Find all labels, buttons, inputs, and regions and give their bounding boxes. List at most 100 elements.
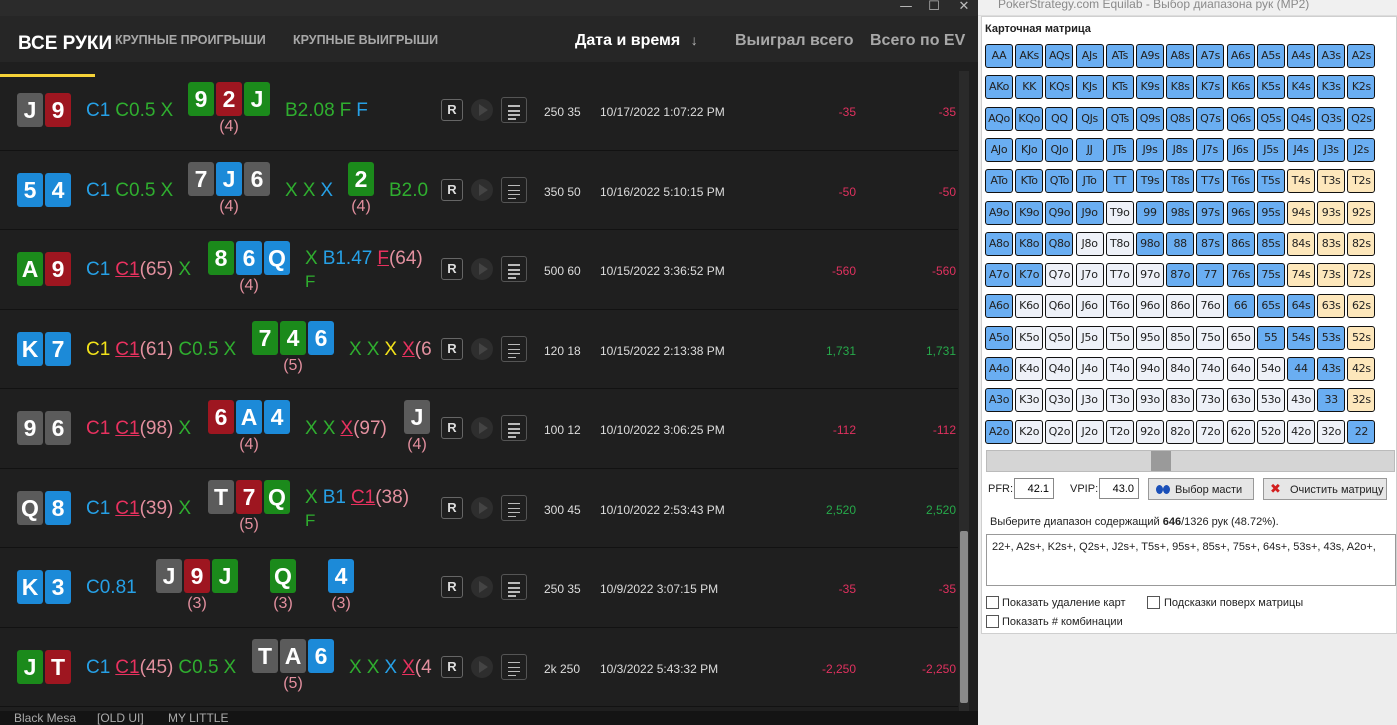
- matrix-cell-74o[interactable]: 74o: [1196, 357, 1225, 381]
- matrix-cell-AJs[interactable]: AJs: [1075, 44, 1104, 68]
- matrix-cell-T3s[interactable]: T3s: [1317, 169, 1346, 194]
- matrix-cell-A9o[interactable]: A9o: [985, 200, 1013, 225]
- matrix-cell-J4s[interactable]: J4s: [1287, 137, 1315, 162]
- matrix-cell-Q6o[interactable]: Q6o: [1045, 294, 1074, 319]
- matrix-cell-QQ[interactable]: QQ: [1045, 106, 1074, 131]
- matrix-cell-K8o[interactable]: K8o: [1015, 231, 1044, 256]
- matrix-cell-T2s[interactable]: T2s: [1347, 169, 1376, 194]
- matrix-cell-Q5o[interactable]: Q5o: [1045, 325, 1074, 350]
- matrix-hints-checkbox[interactable]: [1147, 596, 1160, 609]
- range-slider[interactable]: [986, 450, 1395, 472]
- matrix-cell-99[interactable]: 99: [1136, 200, 1164, 225]
- matrix-cell-T6s[interactable]: T6s: [1226, 169, 1255, 194]
- matrix-cell-T3o[interactable]: T3o: [1105, 388, 1134, 413]
- matrix-cell-A8s[interactable]: A8s: [1166, 44, 1195, 68]
- matrix-cell-J7s[interactable]: J7s: [1196, 137, 1225, 162]
- matrix-cell-87o[interactable]: 87o: [1166, 263, 1195, 288]
- show-combos-checkbox[interactable]: [986, 615, 999, 628]
- matrix-cell-A4s[interactable]: A4s: [1287, 44, 1315, 68]
- play-icon[interactable]: [471, 496, 493, 519]
- matrix-cell-ATo[interactable]: ATo: [985, 169, 1013, 194]
- matrix-cell-52s[interactable]: 52s: [1347, 325, 1376, 350]
- tab-all-hands[interactable]: ВСЕ РУКИ: [18, 33, 112, 55]
- matrix-cell-64s[interactable]: 64s: [1287, 294, 1315, 319]
- notes-icon[interactable]: [501, 415, 527, 441]
- matrix-cell-82s[interactable]: 82s: [1347, 231, 1376, 256]
- scrollbar-thumb[interactable]: [960, 531, 968, 703]
- matrix-cell-94s[interactable]: 94s: [1287, 200, 1315, 225]
- matrix-cell-74s[interactable]: 74s: [1287, 263, 1315, 288]
- matrix-cell-42s[interactable]: 42s: [1347, 357, 1376, 381]
- matrix-cell-AA[interactable]: AA: [985, 44, 1013, 68]
- matrix-cell-Q7s[interactable]: Q7s: [1196, 106, 1225, 131]
- matrix-cell-32s[interactable]: 32s: [1347, 388, 1376, 413]
- replay-button[interactable]: R: [441, 496, 463, 519]
- matrix-cell-92s[interactable]: 92s: [1347, 200, 1376, 225]
- matrix-cell-A5o[interactable]: A5o: [985, 325, 1013, 350]
- matrix-cell-A3s[interactable]: A3s: [1317, 44, 1346, 68]
- notes-icon[interactable]: [501, 97, 527, 123]
- matrix-cell-Q6s[interactable]: Q6s: [1226, 106, 1255, 131]
- matrix-cell-Q4o[interactable]: Q4o: [1045, 357, 1074, 381]
- matrix-cell-KJo[interactable]: KJo: [1015, 137, 1044, 162]
- hand-row[interactable]: 5 4 C1 C0.5 X 7 J 6 (4) 2 (4) X X X B2.0 R 350 50 10/16/2…: [0, 151, 958, 230]
- hand-row[interactable]: A 9 C1 C1(65) X 8 6 Q (4) X B1.47 F(64) F R 500 60 10/1…: [0, 230, 958, 310]
- matrix-cell-AJo[interactable]: AJo: [985, 137, 1013, 162]
- close-button[interactable]: ✕: [944, 0, 978, 16]
- matrix-cell-J4o[interactable]: J4o: [1075, 357, 1104, 381]
- matrix-cell-T8s[interactable]: T8s: [1166, 169, 1195, 194]
- play-icon[interactable]: [471, 576, 493, 598]
- matrix-cell-85s[interactable]: 85s: [1256, 231, 1285, 256]
- matrix-cell-73s[interactable]: 73s: [1317, 263, 1346, 288]
- matrix-cell-AKo[interactable]: AKo: [985, 75, 1013, 100]
- suit-select-button[interactable]: Выбор масти: [1148, 478, 1254, 500]
- matrix-cell-A8o[interactable]: A8o: [985, 231, 1013, 256]
- matrix-cell-K5s[interactable]: K5s: [1256, 75, 1285, 100]
- matrix-cell-63o[interactable]: 63o: [1226, 388, 1255, 413]
- matrix-cell-54o[interactable]: 54o: [1256, 357, 1285, 381]
- range-text-field[interactable]: 22+, A2s+, K2s+, Q2s+, J2s+, T5s+, 95s+,…: [986, 534, 1396, 586]
- matrix-cell-53s[interactable]: 53s: [1317, 325, 1346, 350]
- matrix-cell-J6s[interactable]: J6s: [1226, 137, 1255, 162]
- matrix-cell-65s[interactable]: 65s: [1256, 294, 1285, 319]
- matrix-cell-QJo[interactable]: QJo: [1045, 137, 1074, 162]
- matrix-cell-T8o[interactable]: T8o: [1105, 231, 1134, 256]
- matrix-cell-K7o[interactable]: K7o: [1015, 263, 1044, 288]
- matrix-cell-J8s[interactable]: J8s: [1166, 137, 1195, 162]
- clear-matrix-button[interactable]: ✖ Очистить матрицу: [1263, 478, 1387, 500]
- matrix-cell-55[interactable]: 55: [1256, 325, 1285, 350]
- matrix-cell-TT[interactable]: TT: [1105, 169, 1134, 194]
- play-icon[interactable]: [471, 337, 493, 360]
- matrix-cell-77[interactable]: 77: [1196, 263, 1225, 288]
- matrix-cell-J7o[interactable]: J7o: [1075, 263, 1104, 288]
- matrix-cell-Q5s[interactable]: Q5s: [1256, 106, 1285, 131]
- matrix-cell-84s[interactable]: 84s: [1287, 231, 1315, 256]
- tab-big-wins[interactable]: КРУПНЫЕ ВЫИГРЫШИ: [293, 33, 438, 47]
- matrix-cell-86o[interactable]: 86o: [1166, 294, 1195, 319]
- matrix-cell-A4o[interactable]: A4o: [985, 357, 1013, 381]
- taskbar-item[interactable]: Black Mesa: [14, 711, 76, 725]
- tab-big-losses[interactable]: КРУПНЫЕ ПРОИГРЫШИ: [115, 33, 266, 47]
- matrix-cell-K4o[interactable]: K4o: [1015, 357, 1044, 381]
- matrix-cell-Q8o[interactable]: Q8o: [1045, 231, 1074, 256]
- show-card-removal-checkbox[interactable]: [986, 596, 999, 609]
- matrix-cell-KTo[interactable]: KTo: [1015, 169, 1044, 194]
- matrix-cell-JTo[interactable]: JTo: [1075, 169, 1104, 194]
- matrix-cell-Q2o[interactable]: Q2o: [1045, 419, 1074, 444]
- replay-button[interactable]: R: [441, 417, 463, 439]
- matrix-cell-AQo[interactable]: AQo: [985, 106, 1013, 131]
- matrix-cell-JTs[interactable]: JTs: [1105, 137, 1134, 162]
- matrix-cell-KQo[interactable]: KQo: [1015, 106, 1044, 131]
- matrix-cell-J9s[interactable]: J9s: [1136, 137, 1164, 162]
- matrix-cell-86s[interactable]: 86s: [1226, 231, 1255, 256]
- matrix-cell-93o[interactable]: 93o: [1136, 388, 1164, 413]
- matrix-cell-J8o[interactable]: J8o: [1075, 231, 1104, 256]
- ev-header[interactable]: Всего по EV: [870, 32, 965, 50]
- matrix-cell-Q9o[interactable]: Q9o: [1045, 200, 1074, 225]
- matrix-cell-A9s[interactable]: A9s: [1136, 44, 1164, 68]
- matrix-cell-Q7o[interactable]: Q7o: [1045, 263, 1074, 288]
- matrix-cell-75o[interactable]: 75o: [1196, 325, 1225, 350]
- matrix-cell-97o[interactable]: 97o: [1136, 263, 1164, 288]
- matrix-cell-98o[interactable]: 98o: [1136, 231, 1164, 256]
- won-header[interactable]: Выиграл всего: [735, 32, 853, 50]
